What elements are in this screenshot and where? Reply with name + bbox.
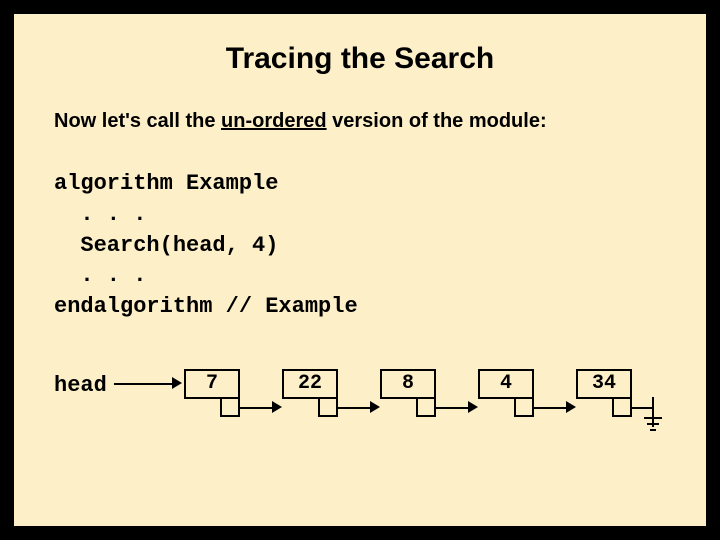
node-value: 4 (478, 369, 534, 399)
list-node: 34 (576, 369, 632, 417)
node-value: 22 (282, 369, 338, 399)
intro-text: Now let's call the un-ordered version of… (54, 110, 666, 133)
node-pointer-box (612, 397, 632, 417)
list-node: 22 (282, 369, 338, 417)
head-label: head (54, 373, 107, 398)
node-pointer-box (220, 397, 240, 417)
null-cross-icon (650, 429, 656, 431)
arrow-link (240, 407, 274, 409)
node-value: 8 (380, 369, 436, 399)
intro-post: version of the module: (327, 110, 547, 132)
null-cross-icon (647, 423, 659, 425)
null-lead (632, 407, 652, 409)
node-pointer-box (416, 397, 436, 417)
node-value: 34 (576, 369, 632, 399)
code-l3: Search(head, 4) (54, 233, 278, 258)
arrowhead-icon (172, 377, 182, 389)
arrowhead-icon (370, 401, 380, 413)
linked-list-diagram: head 7 22 8 4 34 (54, 369, 666, 449)
list-node: 7 (184, 369, 240, 417)
list-node: 8 (380, 369, 436, 417)
arrowhead-icon (468, 401, 478, 413)
node-pointer-box (318, 397, 338, 417)
list-node: 4 (478, 369, 534, 417)
slide: Tracing the Search Now let's call the un… (12, 12, 708, 528)
code-l4: . . . (54, 263, 146, 288)
code-l5: endalgorithm // Example (54, 294, 358, 319)
arrowhead-icon (272, 401, 282, 413)
arrow-link (436, 407, 470, 409)
arrowhead-icon (566, 401, 576, 413)
node-value: 7 (184, 369, 240, 399)
null-cross-icon (644, 417, 662, 419)
code-block: algorithm Example . . . Search(head, 4) … (54, 169, 666, 323)
arrow-link (338, 407, 372, 409)
arrow-head-to-node (114, 383, 174, 385)
code-l2: . . . (54, 202, 146, 227)
node-pointer-box (514, 397, 534, 417)
nodes-row: 7 22 8 4 34 (184, 369, 632, 417)
intro-underlined: un-ordered (221, 110, 327, 132)
intro-pre: Now let's call the (54, 110, 221, 132)
arrow-link (534, 407, 568, 409)
slide-title: Tracing the Search (54, 42, 666, 76)
code-l1: algorithm Example (54, 171, 278, 196)
